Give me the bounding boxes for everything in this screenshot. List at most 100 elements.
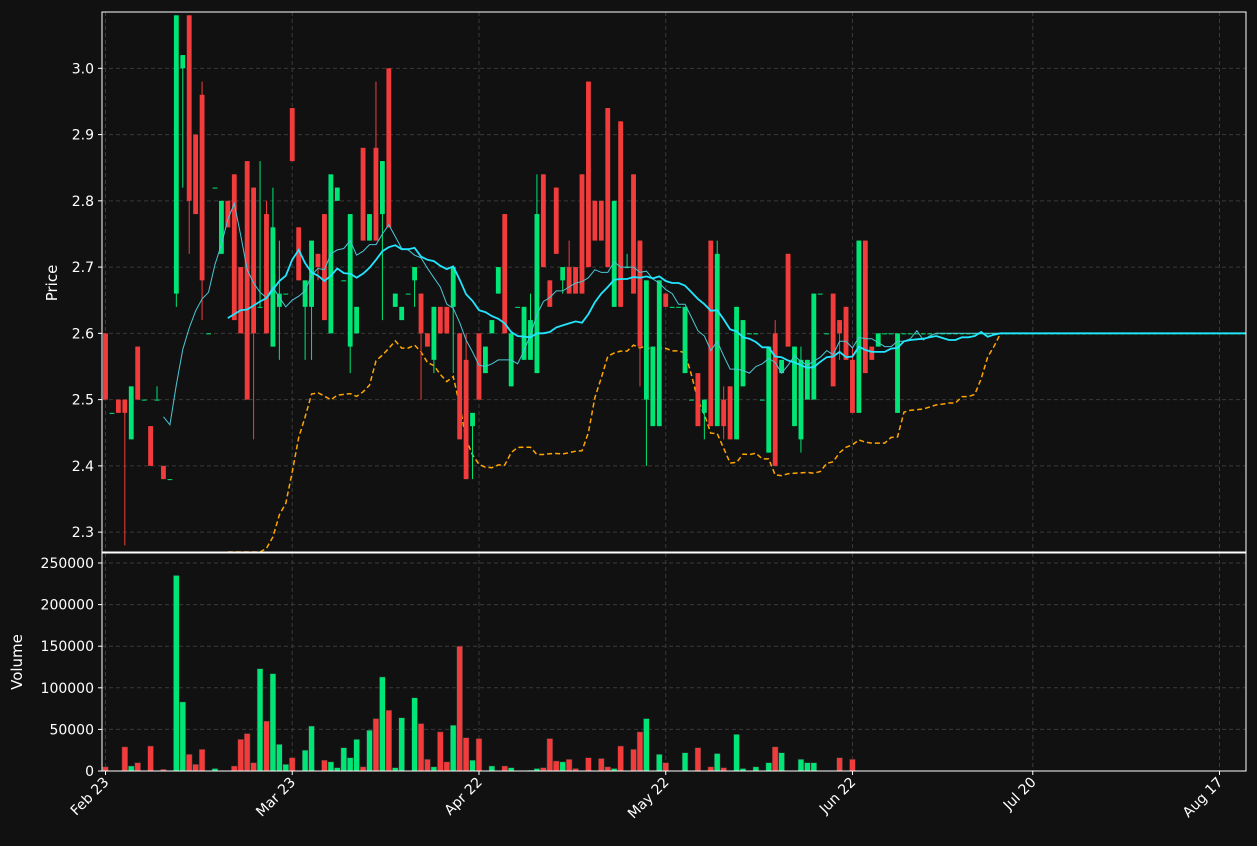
volume-bar bbox=[636, 731, 644, 772]
candle-body bbox=[592, 200, 598, 241]
volume-bar bbox=[752, 766, 760, 772]
volume-bar bbox=[836, 757, 843, 772]
candle-body bbox=[540, 174, 546, 268]
volume-bar bbox=[430, 766, 438, 772]
volume-bar bbox=[379, 676, 386, 772]
candle-body bbox=[734, 306, 739, 440]
candle-body bbox=[837, 320, 842, 334]
candle-body bbox=[907, 333, 913, 335]
candle-body bbox=[611, 200, 617, 307]
candle-body bbox=[180, 55, 186, 69]
candle-body bbox=[264, 214, 269, 334]
candle-body bbox=[450, 267, 456, 307]
candle-body bbox=[193, 134, 199, 215]
candle-body bbox=[766, 346, 772, 453]
candle-body bbox=[302, 280, 308, 307]
candle-body bbox=[869, 346, 875, 360]
volume-bar bbox=[347, 757, 354, 772]
volume-bar bbox=[269, 673, 277, 772]
volume-bar bbox=[475, 738, 483, 772]
price-tick-label: 2.5 bbox=[72, 393, 94, 409]
volume-bar bbox=[179, 701, 186, 772]
volume-bar bbox=[173, 575, 180, 772]
candle-body bbox=[167, 479, 173, 481]
volume-bar bbox=[327, 761, 335, 772]
volume-bar bbox=[289, 757, 296, 772]
candle-body bbox=[360, 147, 366, 241]
candle-body bbox=[231, 174, 237, 321]
volume-bar bbox=[186, 754, 193, 772]
candle-body bbox=[483, 346, 488, 374]
volume-bar bbox=[462, 737, 470, 772]
candle-body bbox=[425, 333, 430, 347]
volume-bar bbox=[102, 766, 109, 772]
volume-tick-label: 150000 bbox=[41, 639, 94, 655]
volume-bar bbox=[198, 749, 206, 772]
price-tick-label: 2.8 bbox=[72, 194, 94, 210]
candle-body bbox=[502, 214, 508, 334]
candle-body bbox=[238, 267, 244, 334]
candle-body bbox=[470, 412, 475, 427]
candle-body bbox=[463, 359, 469, 480]
volume-bar bbox=[147, 745, 154, 772]
volume-bar bbox=[250, 762, 257, 772]
candle-body bbox=[405, 293, 411, 295]
volume-bar bbox=[488, 765, 496, 772]
volume-bar bbox=[282, 764, 289, 772]
candle-body bbox=[560, 267, 566, 281]
candle-body bbox=[103, 333, 108, 400]
volume-bar bbox=[231, 765, 238, 772]
candle-body bbox=[643, 280, 649, 400]
candle-body bbox=[817, 293, 823, 295]
volume-bar bbox=[450, 724, 457, 772]
volume-bar bbox=[398, 717, 405, 772]
volume-bar bbox=[714, 753, 721, 772]
candle-body bbox=[714, 253, 720, 427]
price-tick-label: 2.7 bbox=[72, 260, 94, 276]
candle-body bbox=[547, 280, 553, 307]
candle-body bbox=[753, 333, 759, 335]
candle-body bbox=[605, 108, 611, 268]
price-axis-label: Price bbox=[43, 265, 61, 302]
candle-body bbox=[495, 267, 501, 294]
candle-body bbox=[347, 214, 353, 347]
candle-body bbox=[862, 240, 868, 374]
candle-body bbox=[676, 306, 682, 308]
candle-body bbox=[257, 306, 263, 308]
candle-body bbox=[682, 306, 688, 374]
candle-body bbox=[785, 253, 791, 347]
candle-body bbox=[721, 399, 727, 427]
candle-body bbox=[747, 333, 752, 335]
candle-body bbox=[489, 320, 495, 334]
candle-body bbox=[161, 465, 166, 480]
candle-body bbox=[740, 320, 746, 387]
volume-bar bbox=[417, 723, 425, 772]
volume-axis-label: Volume bbox=[8, 634, 26, 690]
candle-body bbox=[811, 293, 817, 400]
candle-body bbox=[206, 333, 211, 335]
candlestick-chart: 2.3 2.4 2.5 2.6 2.7 2.8 2.9 3.0 0 50000 100000 150… bbox=[0, 0, 1257, 842]
volume-bar bbox=[366, 729, 373, 772]
candle-body bbox=[334, 187, 340, 201]
volume-bar bbox=[308, 725, 315, 772]
candle-body bbox=[399, 306, 405, 321]
chart-svg: 2.3 2.4 2.5 2.6 2.7 2.8 2.9 3.0 0 50000 100000 150… bbox=[0, 0, 1257, 842]
volume-tick-label: 250000 bbox=[41, 556, 94, 572]
candle-body bbox=[882, 333, 888, 335]
candle-body bbox=[573, 267, 578, 294]
volume-bar bbox=[237, 739, 244, 772]
candle-body bbox=[244, 161, 250, 400]
candle-body bbox=[553, 187, 559, 254]
candle-body bbox=[379, 161, 385, 215]
volume-bar bbox=[301, 749, 309, 772]
volume-bar bbox=[411, 697, 418, 772]
volume-bar bbox=[128, 765, 135, 772]
candle-body bbox=[656, 280, 662, 427]
candle-body bbox=[289, 108, 295, 162]
candle-body bbox=[457, 333, 463, 440]
candle-body bbox=[663, 293, 669, 307]
candle-body bbox=[586, 81, 591, 268]
candle-body bbox=[759, 399, 765, 401]
candle-body bbox=[251, 187, 257, 334]
volume-bar bbox=[321, 759, 328, 772]
